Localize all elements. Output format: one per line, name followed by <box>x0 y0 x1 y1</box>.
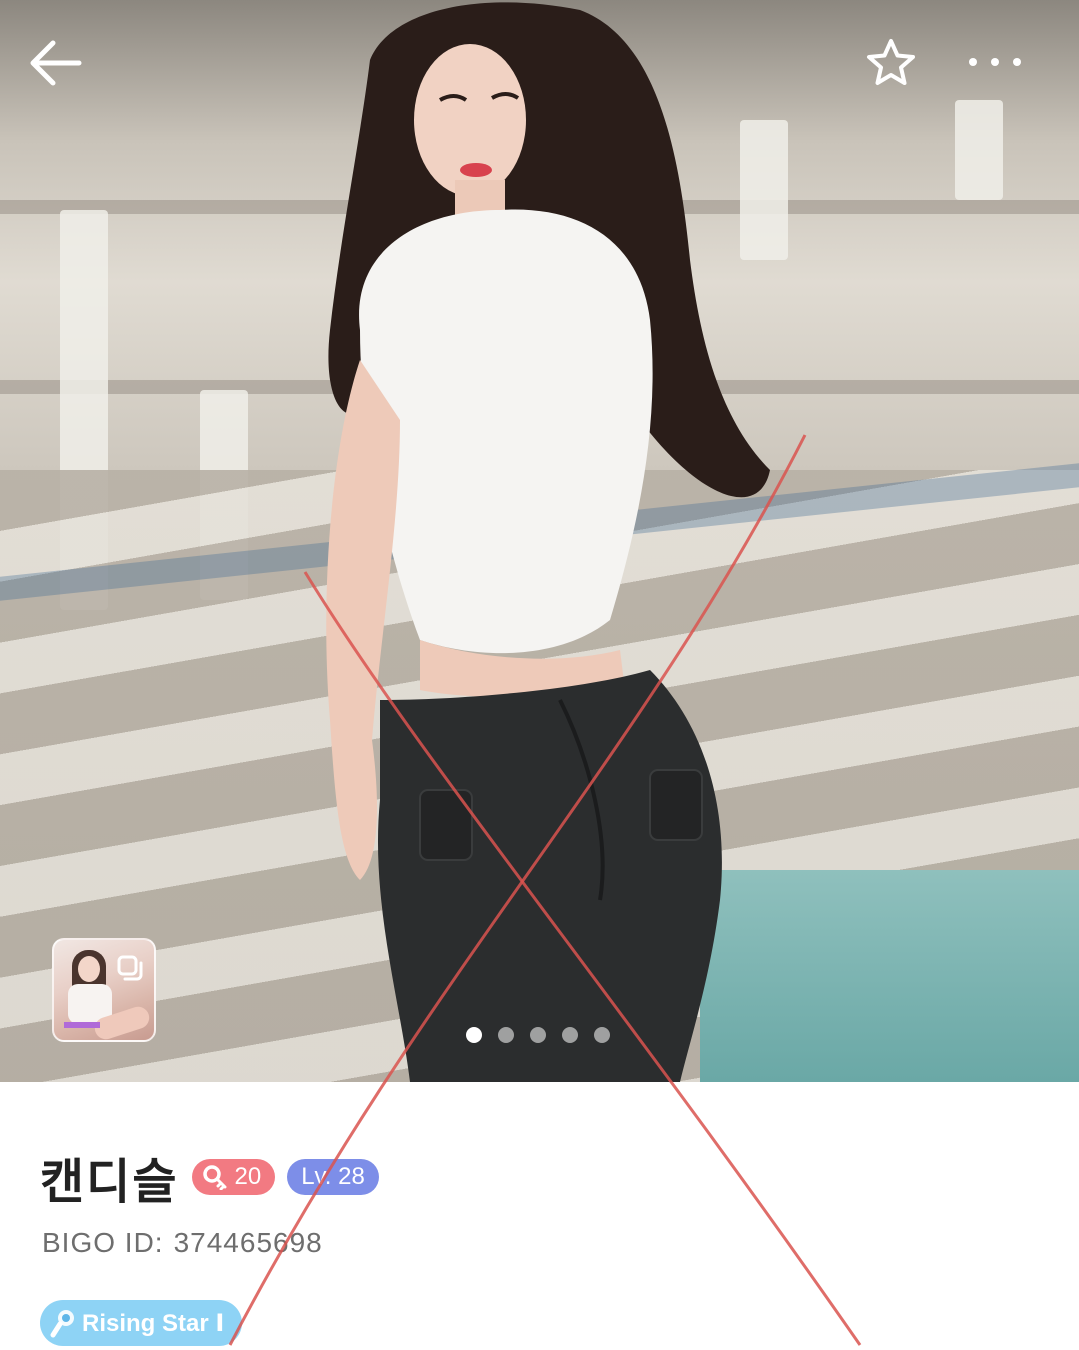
more-options-button[interactable] <box>960 40 1030 84</box>
rank-badge[interactable]: Rising Star Ⅰ <box>40 1300 243 1346</box>
pager-dot[interactable] <box>466 1027 482 1043</box>
star-outline-icon <box>867 39 915 85</box>
profile-info: 캔디슬 20 Lv. 28 BIGO ID: 374465698 Rising S… <box>0 1082 1079 1350</box>
photo-pager <box>466 1027 610 1043</box>
profile-name: 캔디슬 <box>40 1154 179 1210</box>
name-row: 캔디슬 20 Lv. 28 <box>40 1142 379 1212</box>
rank-label: Rising Star Ⅰ <box>82 1309 225 1337</box>
photo-thumbnail[interactable] <box>52 938 156 1042</box>
bigo-id[interactable]: BIGO ID: 374465698 <box>42 1227 323 1259</box>
back-button[interactable] <box>22 30 88 96</box>
fans-count: 20 <box>234 1163 262 1190</box>
bigo-id-label: BIGO ID: <box>42 1227 164 1258</box>
fans-badge[interactable]: 20 <box>192 1159 276 1195</box>
fans-key-icon <box>203 1165 227 1190</box>
profile-photo[interactable] <box>0 0 1079 1082</box>
pager-dot[interactable] <box>498 1027 514 1043</box>
level-text: Lv. 28 <box>301 1163 365 1190</box>
person-figure <box>326 2 770 1082</box>
multi-photo-icon <box>117 955 143 981</box>
level-badge[interactable]: Lv. 28 <box>287 1159 379 1195</box>
thumbnail-face <box>78 956 100 982</box>
bigo-id-value: 374465698 <box>173 1227 323 1258</box>
pager-dot[interactable] <box>562 1027 578 1043</box>
back-arrow-icon <box>30 40 82 86</box>
more-dots-icon <box>969 58 1021 66</box>
pager-dot[interactable] <box>594 1027 610 1043</box>
favorite-button[interactable] <box>860 34 922 92</box>
pager-dot[interactable] <box>530 1027 546 1043</box>
thumbnail-band <box>64 1022 100 1028</box>
microphone-icon <box>50 1310 74 1338</box>
top-bar <box>0 0 1079 130</box>
